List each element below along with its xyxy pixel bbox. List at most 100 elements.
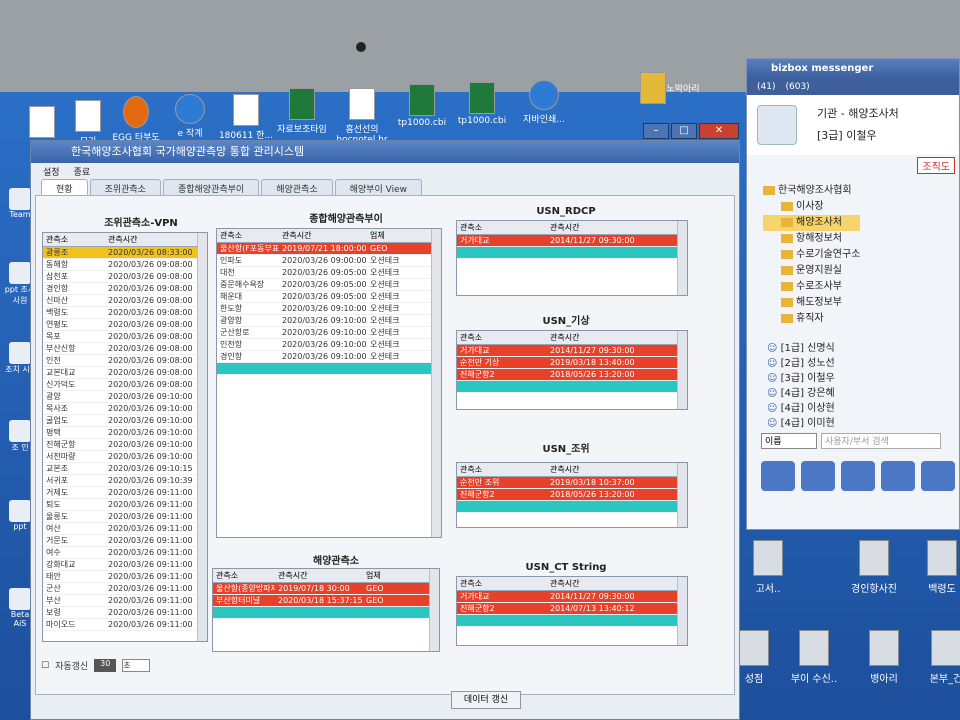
menu-exit[interactable]: 종료 xyxy=(74,165,91,178)
desktop-file-icon[interactable]: 흥선선의 hocnotel.hr xyxy=(332,88,392,145)
table-row[interactable]: 인파도 2020/03/26 09:00:00 오션테크 xyxy=(217,255,441,267)
chat-icon[interactable] xyxy=(801,461,835,491)
column-header[interactable]: 관측시간 xyxy=(275,569,363,582)
table-row[interactable]: 동해항 2020/03/26 09:08:00 xyxy=(43,259,207,271)
column-header[interactable]: 관측시간 xyxy=(547,463,667,476)
note-icon[interactable] xyxy=(761,461,795,491)
table-row[interactable]: 광양 2020/03/26 09:10:00 xyxy=(43,391,207,403)
column-header[interactable]: 관측시간 xyxy=(547,577,667,590)
table-row[interactable]: 목사조 2020/03/26 09:10:00 xyxy=(43,403,207,415)
table-row[interactable]: 한도항 2020/03/26 09:10:00 오션테크 xyxy=(217,303,441,315)
table-row[interactable]: 순천만 기상 2019/03/18 13:40:00 xyxy=(457,357,687,369)
folder-icon[interactable]: 노박아리 xyxy=(640,72,700,106)
table-row[interactable]: 삼천포 2020/03/26 09:08:00 xyxy=(43,271,207,283)
table-row[interactable]: 대천 2020/03/26 09:05:00 오션테크 xyxy=(217,267,441,279)
table-row[interactable]: 해운대 2020/03/26 09:05:00 오션테크 xyxy=(217,291,441,303)
table-row[interactable]: 경인항 2020/03/26 09:10:00 오션테크 xyxy=(217,351,441,363)
table-row[interactable]: 거제도 2020/03/26 09:11:00 xyxy=(43,487,207,499)
scrollbar[interactable] xyxy=(429,569,439,651)
org-node[interactable]: 수로기술연구소 xyxy=(763,247,860,263)
table-row[interactable]: 여수 2020/03/26 09:11:00 xyxy=(43,547,207,559)
column-header[interactable]: 관측소 xyxy=(43,233,105,246)
table-row[interactable]: 보령 2020/03/26 09:11:00 xyxy=(43,607,207,619)
scrollbar[interactable] xyxy=(677,577,687,645)
table-row[interactable]: 퇴도 2020/03/26 09:11:00 xyxy=(43,499,207,511)
tab-org-chart[interactable]: 조직도 xyxy=(917,157,955,174)
folder-icon[interactable]: 병아리 xyxy=(850,630,918,685)
scrollbar[interactable] xyxy=(677,463,687,527)
table-row[interactable]: 목포 2020/03/26 09:08:00 xyxy=(43,331,207,343)
excel-icon[interactable]: 자료보조타임 xyxy=(272,88,332,135)
org-node[interactable]: 운영지원실 xyxy=(763,263,860,279)
table-row[interactable]: 진해군항2 2018/05/26 13:20:00 xyxy=(457,489,687,501)
column-header[interactable]: 관측시간 xyxy=(547,331,667,344)
table-row[interactable]: 마이오드 2020/03/26 09:11:00 xyxy=(43,619,207,631)
table-row[interactable]: 신가덕도 2020/03/26 09:08:00 xyxy=(43,379,207,391)
table-row[interactable]: 울산항(종양방파제) 2019/07/18 30:00 GEO xyxy=(213,583,439,595)
scrollbar[interactable] xyxy=(431,229,441,537)
excel-icon[interactable]: tp1000.cbi xyxy=(392,84,452,128)
ie-icon[interactable]: 자바인쇄... xyxy=(514,80,574,125)
search-input[interactable]: 사용자/부서 검색 xyxy=(821,433,941,449)
minimize-button[interactable]: – xyxy=(643,123,669,139)
user-item[interactable]: ☺ [4급] 이상현 xyxy=(767,401,835,416)
auto-refresh-checkbox[interactable]: ☐ xyxy=(41,661,49,671)
org-node[interactable]: 한국해양조사협회 xyxy=(763,183,860,199)
user-item[interactable]: ☺ [2급] 성노선 xyxy=(767,356,835,371)
table-row[interactable]: 군산항로 2020/03/26 09:10:00 오션테크 xyxy=(217,327,441,339)
table-row[interactable]: 거문도 2020/03/26 09:11:00 xyxy=(43,535,207,547)
table-row[interactable]: 군산 2020/03/26 09:11:00 xyxy=(43,583,207,595)
folder-icon[interactable]: 성점 xyxy=(720,630,788,685)
desktop-file-icon[interactable]: 180611 한... xyxy=(216,94,276,141)
search-icon[interactable] xyxy=(921,461,955,491)
scrollbar[interactable] xyxy=(677,221,687,295)
table-row[interactable]: 진해군항2 2014/07/13 13:40:12 xyxy=(457,603,687,615)
table-row[interactable]: 거가대교 2014/11/27 09:30:00 xyxy=(457,235,687,247)
user-item[interactable]: ☺ [3급] 이철우 xyxy=(767,371,835,386)
scrollbar[interactable] xyxy=(197,233,207,641)
column-header[interactable]: 관측소 xyxy=(457,221,547,234)
column-header[interactable]: 업체 xyxy=(363,569,403,582)
table-row[interactable]: 진해군항2 2018/05/26 13:20:00 xyxy=(457,369,687,381)
column-header[interactable]: 관측소 xyxy=(457,577,547,590)
table-row[interactable]: 태안 2020/03/26 09:11:00 xyxy=(43,571,207,583)
excel-icon[interactable]: tp1000.cbi xyxy=(452,82,512,126)
user-item[interactable]: ☺ [4급] 강은혜 xyxy=(767,386,835,401)
table-row[interactable]: 울산항(F포동부표) 2019/07/21 18:00:00 GEO xyxy=(217,243,441,255)
table-row[interactable]: 광양항 2020/03/26 09:10:00 오션테크 xyxy=(217,315,441,327)
org-node[interactable]: 해양조사처 xyxy=(763,215,861,231)
user-icon[interactable] xyxy=(881,461,915,491)
table-row[interactable]: 교본조 2020/03/26 09:10:15 xyxy=(43,463,207,475)
table-row[interactable]: 평택 2020/03/26 09:10:00 xyxy=(43,427,207,439)
table-row[interactable]: 백령도 2020/03/26 09:08:00 xyxy=(43,307,207,319)
table-row[interactable]: 서귀포 2020/03/26 09:10:39 xyxy=(43,475,207,487)
column-header[interactable]: 관측시간 xyxy=(279,229,367,242)
table-row[interactable]: 서천마량 2020/03/26 09:10:00 xyxy=(43,451,207,463)
scrollbar[interactable] xyxy=(677,331,687,409)
table-row[interactable]: 순천만 조위 2019/03/18 10:37:00 xyxy=(457,477,687,489)
maximize-button[interactable]: □ xyxy=(671,123,697,139)
table-row[interactable]: 여산 2020/03/26 09:11:00 xyxy=(43,523,207,535)
search-type-select[interactable]: 이름 xyxy=(761,433,817,449)
table-row[interactable]: 교본대교 2020/03/26 09:08:00 xyxy=(43,367,207,379)
table-row[interactable]: 거가대교 2014/11/27 09:30:00 xyxy=(457,345,687,357)
refresh-button[interactable]: 데이터 갱신 xyxy=(451,691,521,709)
close-button[interactable]: ✕ xyxy=(699,123,739,139)
org-node[interactable]: 이사장 xyxy=(763,199,860,215)
org-node[interactable]: 해도정보부 xyxy=(763,295,860,311)
table-row[interactable]: 부산신항 2020/03/26 09:08:00 xyxy=(43,343,207,355)
file-icon[interactable] xyxy=(841,461,875,491)
table-row[interactable]: 광릉조 2020/03/26 08:33:00 xyxy=(43,247,207,259)
column-header[interactable]: 관측시간 xyxy=(105,233,193,246)
table-row[interactable]: 진해군항 2020/03/26 09:10:00 xyxy=(43,439,207,451)
table-row[interactable]: 중문해수욕장 2020/03/26 09:05:00 오션테크 xyxy=(217,279,441,291)
table-row[interactable]: 신마산 2020/03/26 09:08:00 xyxy=(43,295,207,307)
folder-icon[interactable]: 고서.. xyxy=(734,540,802,595)
folder-icon[interactable]: 본부_건 xyxy=(912,630,960,685)
column-header[interactable]: 관측시간 xyxy=(547,221,667,234)
table-row[interactable]: 인천 2020/03/26 09:08:00 xyxy=(43,355,207,367)
table-row[interactable]: 굴업도 2020/03/26 09:10:00 xyxy=(43,415,207,427)
org-node[interactable]: 항해정보처 xyxy=(763,231,860,247)
user-item[interactable]: ☺ [4급] 이미현 xyxy=(767,416,835,431)
interval-unit-select[interactable]: 초 xyxy=(122,659,151,672)
